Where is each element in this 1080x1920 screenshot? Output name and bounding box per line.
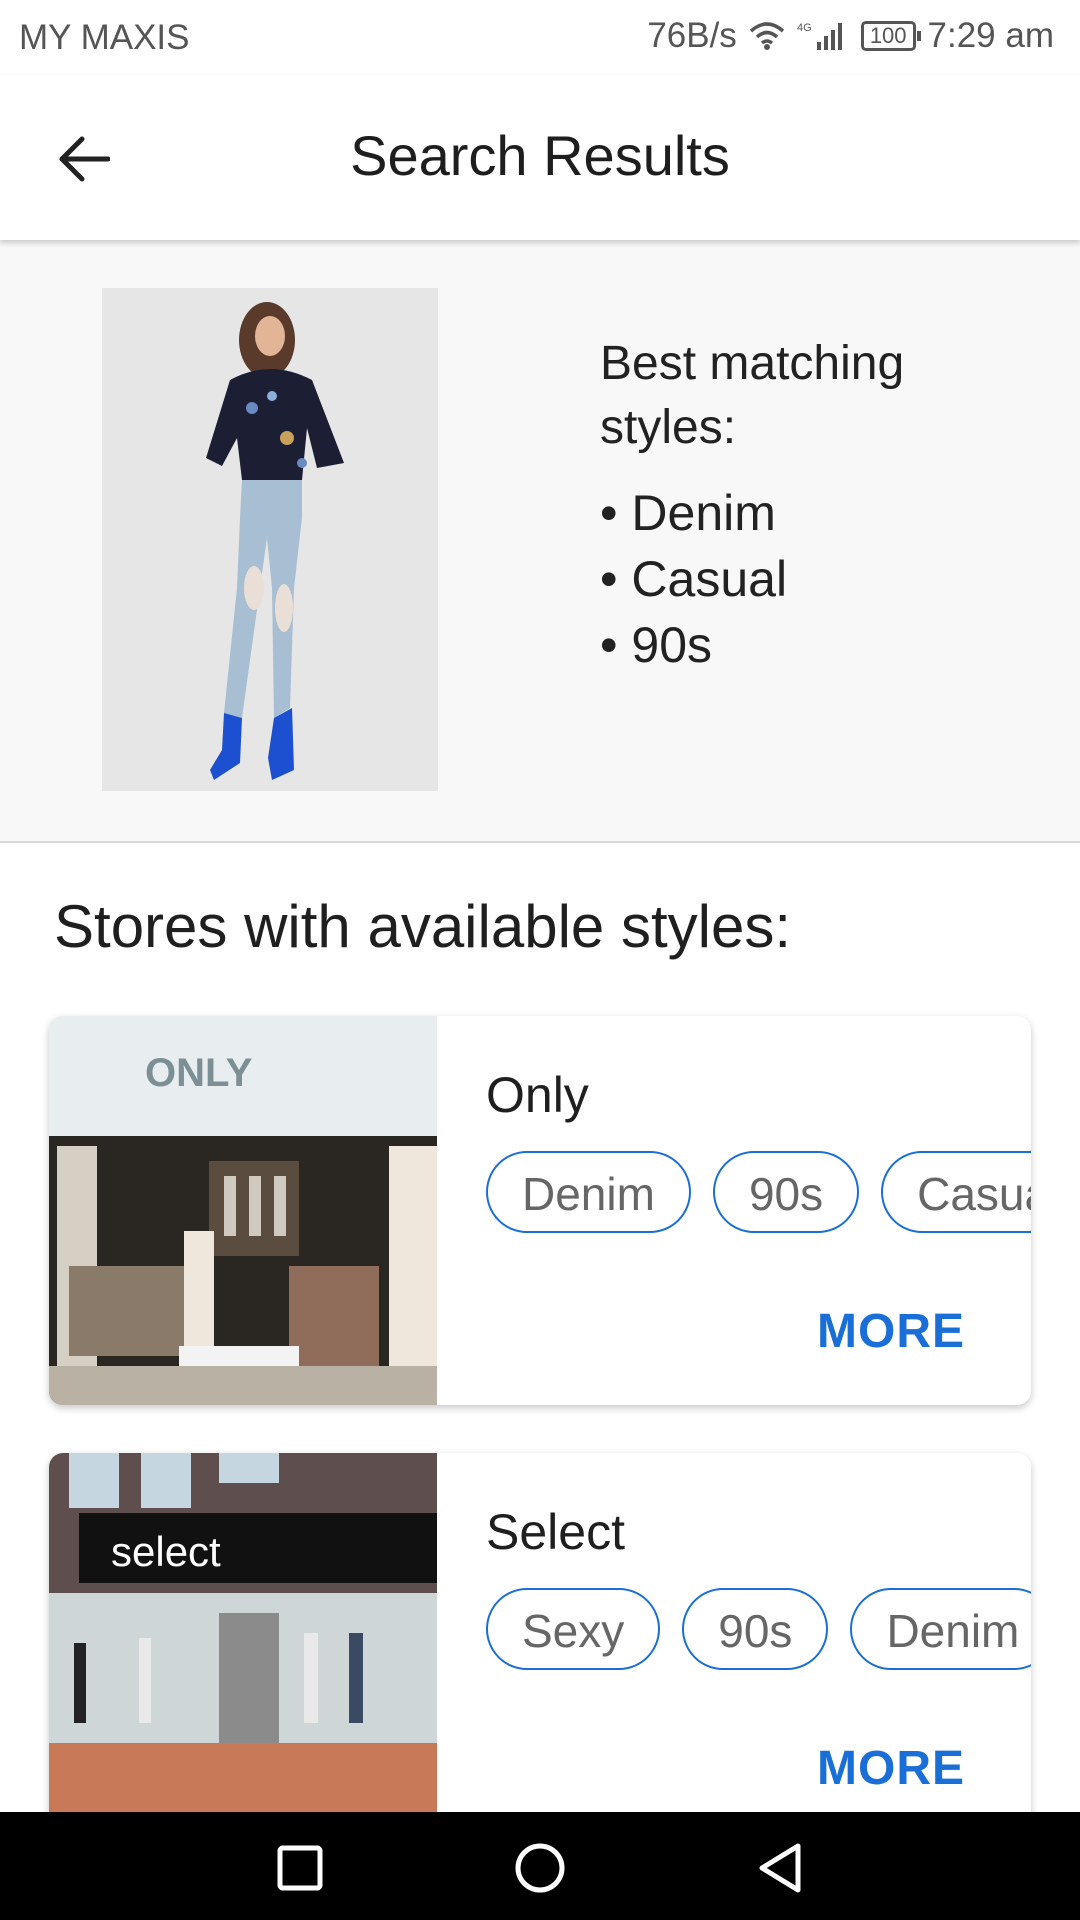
carrier-label: MY MAXIS xyxy=(19,18,190,57)
app-bar: Search Results xyxy=(0,75,1080,240)
home-button[interactable] xyxy=(512,1840,568,1896)
more-button[interactable]: MORE xyxy=(817,1741,965,1796)
style-item: Casual xyxy=(600,546,1040,612)
match-text: Best matching styles: Denim Casual 90s xyxy=(600,332,1040,678)
back-nav-button[interactable] xyxy=(752,1840,808,1896)
store-card[interactable]: select Select Sexy 90s Denim MORE xyxy=(49,1453,1031,1842)
store-image: select xyxy=(49,1453,437,1842)
query-photo xyxy=(102,288,438,791)
navigation-bar xyxy=(0,1812,1080,1920)
triangle-back-icon xyxy=(759,1843,801,1893)
page-title: Search Results xyxy=(350,124,730,187)
style-chips: Sexy 90s Denim xyxy=(486,1588,1031,1678)
status-indicators: 76B/s 4G 100 7:29 am xyxy=(647,16,1054,56)
signal-icon: 4G xyxy=(797,20,849,52)
style-item: 90s xyxy=(600,612,1040,678)
circle-icon xyxy=(515,1843,565,1893)
recents-button[interactable] xyxy=(272,1840,328,1896)
square-icon xyxy=(277,1845,323,1891)
style-chips: Denim 90s Casual xyxy=(486,1151,1031,1241)
battery-level: 100 xyxy=(869,23,907,48)
clock: 7:29 am xyxy=(927,16,1054,55)
style-list: Denim Casual 90s xyxy=(600,480,1040,678)
style-chip[interactable]: Casual xyxy=(881,1151,1031,1233)
best-match-section: Best matching styles: Denim Casual 90s xyxy=(0,240,1080,843)
stores-heading: Stores with available styles: xyxy=(54,893,791,960)
store-name: Only xyxy=(486,1067,589,1123)
match-heading: Best matching styles: xyxy=(600,337,905,454)
wifi-icon xyxy=(749,21,785,51)
style-chip[interactable]: 90s xyxy=(712,1151,860,1233)
style-chip[interactable]: 90s xyxy=(682,1588,829,1670)
store-name: Select xyxy=(486,1504,625,1560)
more-button[interactable]: MORE xyxy=(817,1304,965,1359)
network-speed: 76B/s xyxy=(647,16,737,55)
store-sign: select xyxy=(111,1528,221,1575)
network-type: 4G xyxy=(797,22,812,34)
battery-icon: 100 xyxy=(860,21,921,51)
store-sign: ONLY xyxy=(145,1051,253,1095)
style-chip[interactable]: Sexy xyxy=(486,1588,661,1670)
style-chip[interactable]: Denim xyxy=(486,1151,691,1233)
store-image: ONLY xyxy=(49,1016,437,1405)
store-card[interactable]: ONLY Only Denim 90s Casual MORE xyxy=(49,1016,1031,1405)
status-bar: MY MAXIS 76B/s 4G 100 7:29 am xyxy=(0,0,1080,75)
style-chip[interactable]: Denim xyxy=(850,1588,1031,1670)
style-item: Denim xyxy=(600,480,1040,546)
